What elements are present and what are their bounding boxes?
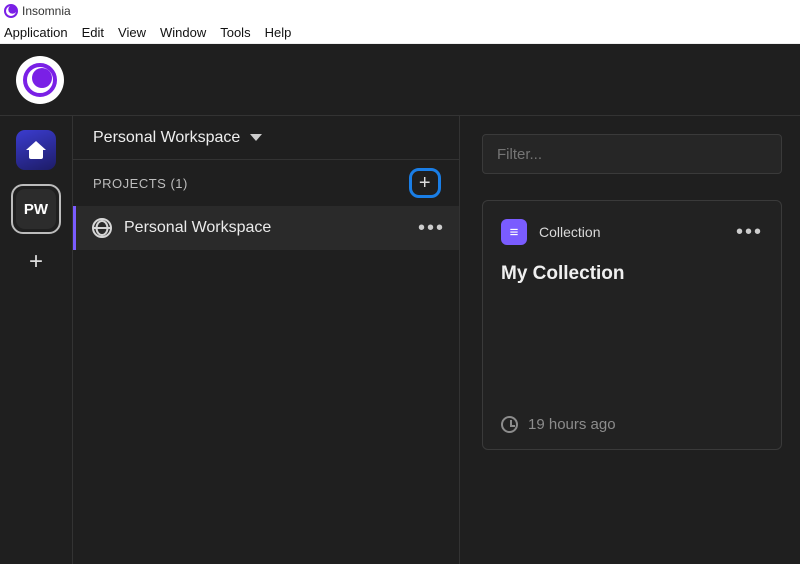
workspace-dropdown[interactable]: Personal Workspace (73, 116, 459, 160)
workspace-selector-active[interactable]: PW (11, 184, 61, 234)
clock-icon (501, 416, 518, 433)
plus-icon: + (29, 248, 43, 276)
chevron-down-icon (250, 134, 262, 141)
create-project-button[interactable]: + (409, 168, 441, 198)
collection-icon: ≡ (501, 219, 527, 245)
menu-tools[interactable]: Tools (220, 25, 250, 40)
window-titlebar: Insomnia (0, 0, 800, 22)
workspace-badge: PW (16, 189, 56, 229)
window-title: Insomnia (22, 4, 71, 18)
card-timestamp: 19 hours ago (528, 416, 616, 433)
left-rail: PW + (0, 116, 72, 564)
globe-icon (92, 218, 112, 238)
card-title: My Collection (501, 263, 763, 285)
menu-window[interactable]: Window (160, 25, 206, 40)
insomnia-logo[interactable] (16, 56, 64, 104)
home-button[interactable] (16, 130, 56, 170)
card-footer: 19 hours ago (501, 416, 763, 433)
projects-header-row: PROJECTS (1) + (73, 160, 459, 206)
collection-card[interactable]: ≡ Collection ••• My Collection 19 hours … (482, 200, 782, 450)
plus-icon: + (419, 172, 431, 195)
sidebar: Personal Workspace PROJECTS (1) + Person… (72, 116, 460, 564)
menu-help[interactable]: Help (265, 25, 292, 40)
project-item[interactable]: Personal Workspace ••• (73, 206, 459, 250)
menu-bar: Application Edit View Window Tools Help (0, 22, 800, 44)
insomnia-logo-icon (23, 63, 57, 97)
insomnia-app-icon (4, 4, 18, 18)
projects-header-label: PROJECTS (1) (93, 176, 188, 191)
workspace-name: Personal Workspace (93, 129, 240, 147)
filter-input[interactable] (482, 134, 782, 174)
add-workspace-button[interactable]: + (16, 248, 56, 276)
card-type-label: Collection (539, 224, 600, 240)
menu-edit[interactable]: Edit (82, 25, 104, 40)
home-icon (26, 141, 46, 159)
menu-view[interactable]: View (118, 25, 146, 40)
menu-application[interactable]: Application (4, 25, 68, 40)
project-name: Personal Workspace (124, 219, 271, 237)
main-content: ≡ Collection ••• My Collection 19 hours … (460, 116, 800, 564)
app-topbar (0, 44, 800, 116)
